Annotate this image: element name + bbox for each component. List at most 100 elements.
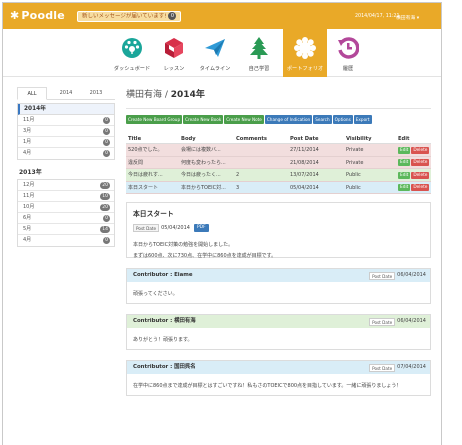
search-button[interactable]: Search: [313, 115, 332, 124]
create-book-button[interactable]: Create New Book: [183, 115, 224, 124]
delete-button[interactable]: Delete: [411, 184, 430, 191]
top-bar: ✱ Poodle 新しいメッセージが届いています! 0 2014/04/17, 11…: [3, 3, 441, 29]
new-message-notice[interactable]: 新しいメッセージが届いています! 0: [77, 11, 182, 22]
new-message-count: 0: [168, 12, 177, 20]
table-row[interactable]: 違反問 何度も変わったら... 21/08/2014 Private Edit D…: [126, 156, 431, 169]
divider: [126, 108, 431, 109]
nav-label: ダッシュボード: [113, 66, 151, 72]
edit-button[interactable]: Edit: [398, 184, 411, 191]
sidebar-month-item[interactable]: 3月 0: [18, 126, 114, 137]
paper-plane-icon: [205, 39, 225, 57]
month-label: 3月: [23, 128, 32, 134]
nav-label: タイムライン: [199, 66, 231, 72]
comment-date: 06/04/2014: [397, 272, 426, 278]
post-title: 本日スタート: [133, 210, 174, 218]
row-title[interactable]: 本日スタート: [128, 182, 178, 194]
sidebar-month-item[interactable]: 4月 0: [18, 148, 114, 159]
row-actions: Edit Delete: [398, 182, 431, 194]
table-header: Title Body Comments Post Date Visibility…: [126, 134, 431, 144]
comment-text: 在学中に860点まで達成が目標とはすごいですね！私もさのTOEICで800点を目…: [133, 383, 402, 389]
count-badge: 0: [103, 128, 110, 135]
comment-text: 頑張ってください。: [133, 291, 178, 297]
month-label: 5月: [23, 226, 32, 232]
row-body: 本日からTOEIC対...: [181, 184, 226, 191]
main-content: 横田有海 / 2014年 Create New Board Group Creat…: [126, 87, 431, 396]
sidebar-month-item[interactable]: 5月 14: [18, 224, 114, 235]
nav-item-self-study[interactable]: 自己学習: [237, 29, 281, 77]
export-button[interactable]: Export: [353, 115, 372, 124]
nav-label: 自己学習: [248, 66, 270, 72]
row-title[interactable]: 違反問: [128, 157, 178, 169]
options-button[interactable]: Options: [332, 115, 353, 124]
pdf-button[interactable]: PDF: [193, 224, 209, 232]
column-header[interactable]: Title: [128, 134, 178, 144]
month-label: 11月: [23, 117, 35, 123]
user-menu[interactable]: 横田有海 ▾: [396, 14, 419, 21]
row-visibility: Public: [346, 172, 361, 178]
edit-button[interactable]: Edit: [398, 146, 411, 154]
nav-item-portfolio[interactable]: ポートフォリオ: [283, 29, 327, 77]
month-label: 10月: [23, 204, 35, 210]
nav-item-timeline[interactable]: タイムライン: [193, 29, 237, 77]
comment-date: 06/04/2014: [397, 318, 426, 324]
create-note-button[interactable]: Create New Note: [224, 115, 264, 124]
post-date-label: Post Date: [369, 317, 396, 326]
post-body-line: 本日からTOEIC対策の勉強を開始しました。: [133, 242, 234, 248]
page-title-separator: /: [162, 90, 171, 100]
tab-2014[interactable]: 2014: [51, 87, 81, 100]
sidebar: ALL 2014 2013 2014年 11月 0 3月 0 1月 0 4月 0 201…: [17, 87, 115, 247]
table-row[interactable]: 520点でした。 会場には複数バ... 27/11/2014 Private E…: [126, 144, 431, 157]
sidebar-month-item[interactable]: 4月 0: [18, 235, 114, 246]
flower-icon: [294, 37, 316, 59]
sidebar-month-item[interactable]: 6月 0: [18, 213, 114, 224]
row-date: 13/07/2014: [290, 172, 319, 178]
tab-2013[interactable]: 2013: [81, 87, 111, 100]
app-logo[interactable]: ✱ Poodle: [10, 9, 65, 22]
count-badge: 10: [100, 193, 110, 200]
column-header[interactable]: Body: [181, 134, 233, 144]
comment-date-group: Post Date 06/04/2014: [369, 269, 426, 283]
count-badge: 0: [103, 139, 110, 146]
sidebar-month-item[interactable]: 10月 20: [18, 202, 114, 213]
sidebar-month-item[interactable]: 1月 0: [18, 137, 114, 148]
row-actions: Edit Delete: [398, 144, 431, 156]
row-title[interactable]: 今日は疲れす...: [128, 169, 178, 181]
nav-label: 履歴: [342, 66, 354, 72]
edit-button[interactable]: Edit: [398, 159, 411, 166]
column-header[interactable]: Comments: [236, 134, 276, 144]
page-title: 横田有海 / 2014年: [126, 87, 431, 103]
row-visibility: Public: [346, 184, 361, 191]
sidebar-month-item[interactable]: 11月 0: [18, 115, 114, 126]
row-actions: Edit Delete: [398, 169, 431, 181]
table-row[interactable]: 今日は疲れす... 今日は疲ったく... 2 13/07/2014 Public…: [126, 169, 431, 182]
change-indication-button[interactable]: Change of Indication: [264, 115, 313, 124]
app-window: ✱ Poodle 新しいメッセージが届いています! 0 2014/04/17, 11…: [2, 2, 442, 445]
sidebar-month-item[interactable]: 11月 10: [18, 191, 114, 202]
nav-item-lesson[interactable]: レッスン: [152, 29, 196, 77]
delete-button[interactable]: Delete: [411, 159, 430, 166]
current-datetime: 2014/04/17, 11:21: [355, 14, 400, 19]
row-title[interactable]: 520点でした。: [128, 144, 178, 156]
column-header[interactable]: Post Date: [290, 134, 334, 144]
comment-text: ありがとう！頑張ります。: [133, 337, 193, 343]
dashboard-icon: [122, 38, 142, 58]
delete-button[interactable]: Delete: [411, 146, 430, 154]
year-heading[interactable]: 2014年: [18, 104, 114, 115]
row-body: 会場には複数バ...: [181, 147, 221, 153]
create-board-group-button[interactable]: Create New Board Group: [126, 115, 183, 124]
row-date: 27/11/2014: [290, 147, 319, 153]
nav-item-history[interactable]: 履歴: [326, 29, 370, 77]
edit-button[interactable]: Edit: [398, 171, 411, 179]
table-row[interactable]: 本日スタート 本日からTOEIC対... 3 05/04/2014 Public…: [126, 181, 431, 194]
comment-author: Contributor : 横田有海: [133, 318, 196, 324]
year-tabs: ALL 2014 2013: [17, 87, 115, 100]
action-toolbar: Create New Board Group Create New Book Cre…: [126, 115, 431, 124]
delete-button[interactable]: Delete: [411, 171, 430, 179]
year-heading[interactable]: 2013年: [17, 167, 115, 178]
sidebar-month-item[interactable]: 12月 20: [18, 180, 114, 191]
tab-all[interactable]: ALL: [17, 87, 47, 100]
comment-card: Contributor : 横田有海 Post Date 06/04/2014 あり…: [126, 314, 431, 350]
count-badge: 0: [103, 215, 110, 222]
column-header[interactable]: Visibility: [346, 134, 386, 144]
nav-item-dashboard[interactable]: ダッシュボード: [110, 29, 154, 77]
